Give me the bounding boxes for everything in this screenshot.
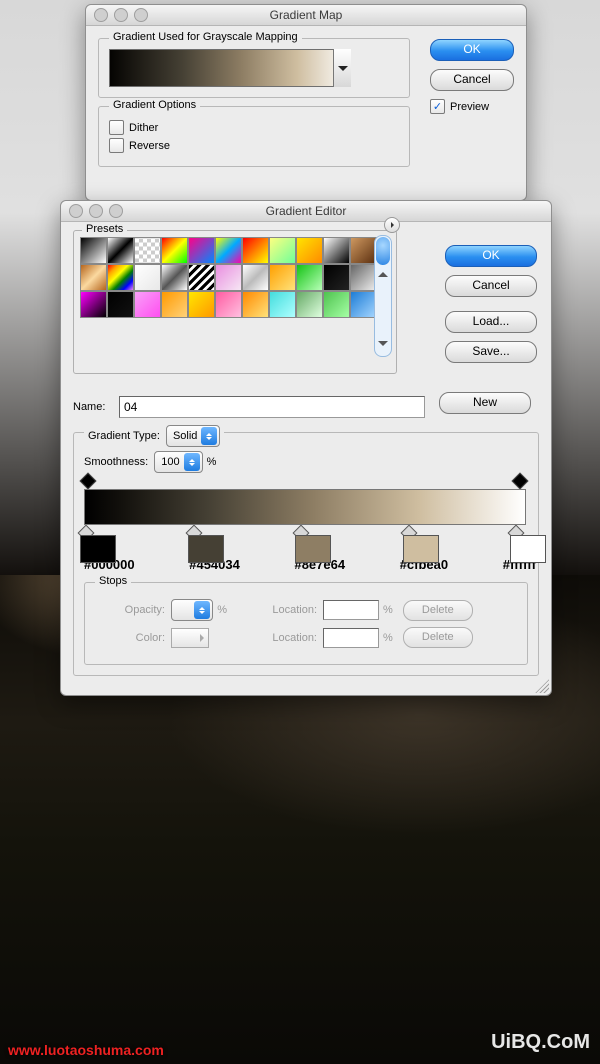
preview-checkbox[interactable]: Preview — [430, 99, 514, 114]
preset-swatches — [80, 237, 390, 316]
opacity-delete-button[interactable]: Delete — [403, 600, 473, 621]
smoothness-label: Smoothness: — [84, 456, 148, 468]
preset-swatch[interactable] — [161, 237, 188, 264]
gradient-preview-bar[interactable] — [109, 49, 351, 87]
preset-swatch[interactable] — [80, 291, 107, 318]
opacity-label: Opacity: — [95, 604, 165, 616]
watermark-url: www.luotaoshuma.com — [8, 1042, 164, 1058]
gradient-type-label: Gradient Type: — [88, 430, 160, 442]
gradient-picker-arrow[interactable] — [333, 49, 351, 87]
opacity-input[interactable] — [171, 599, 213, 621]
stops-legend: Stops — [95, 575, 131, 587]
cancel-button[interactable]: Cancel — [430, 69, 514, 91]
color-stop[interactable] — [510, 533, 520, 547]
smoothness-input[interactable]: 100 — [154, 451, 202, 473]
resize-grip-icon[interactable] — [535, 679, 549, 693]
preset-swatch[interactable] — [215, 237, 242, 264]
preset-swatch[interactable] — [107, 237, 134, 264]
preset-swatch[interactable] — [296, 291, 323, 318]
preset-swatch[interactable] — [161, 264, 188, 291]
options-legend: Gradient Options — [109, 99, 200, 111]
preset-swatch[interactable] — [134, 264, 161, 291]
preset-swatch[interactable] — [134, 237, 161, 264]
name-input[interactable] — [119, 396, 425, 418]
ok-button[interactable]: OK — [445, 245, 537, 267]
presets-panel: Presets — [73, 230, 397, 374]
opacity-location-input[interactable] — [323, 600, 379, 620]
preset-swatch[interactable] — [269, 237, 296, 264]
presets-scrollbar[interactable] — [374, 235, 392, 357]
preset-swatch[interactable] — [80, 264, 107, 291]
preset-swatch[interactable] — [215, 264, 242, 291]
color-stop[interactable] — [188, 533, 198, 547]
preset-swatch[interactable] — [350, 237, 377, 264]
preset-swatch[interactable] — [350, 291, 377, 318]
preset-swatch[interactable] — [269, 264, 296, 291]
preset-swatch[interactable] — [107, 264, 134, 291]
color-delete-button[interactable]: Delete — [403, 627, 473, 648]
preset-swatch[interactable] — [296, 237, 323, 264]
preset-swatch[interactable] — [80, 237, 107, 264]
preset-swatch[interactable] — [215, 291, 242, 318]
gradient-editor-titlebar[interactable]: Gradient Editor — [61, 201, 551, 222]
preset-swatch[interactable] — [296, 264, 323, 291]
preset-swatch[interactable] — [323, 237, 350, 264]
preset-swatch[interactable] — [134, 291, 161, 318]
gradient-editor-dialog: Gradient Editor Presets OK Cancel Load..… — [60, 200, 552, 696]
reverse-checkbox[interactable]: Reverse — [109, 138, 399, 153]
preset-swatch[interactable] — [188, 237, 215, 264]
color-stop[interactable] — [295, 533, 305, 547]
dither-checkbox[interactable]: Dither — [109, 120, 399, 135]
preset-swatch[interactable] — [161, 291, 188, 318]
location-label: Location: — [247, 604, 317, 616]
gradient-map-titlebar[interactable]: Gradient Map — [86, 5, 526, 26]
gradient-map-dialog: Gradient Map Gradient Used for Grayscale… — [85, 4, 527, 201]
preset-swatch[interactable] — [188, 264, 215, 291]
mapping-legend: Gradient Used for Grayscale Mapping — [109, 31, 302, 43]
preset-swatch[interactable] — [323, 264, 350, 291]
color-location-input[interactable] — [323, 628, 379, 648]
preset-swatch[interactable] — [242, 291, 269, 318]
preset-swatch[interactable] — [350, 264, 377, 291]
preset-swatch[interactable] — [242, 264, 269, 291]
preset-swatch[interactable] — [107, 291, 134, 318]
color-stop[interactable] — [80, 533, 90, 547]
color-swatch[interactable] — [171, 628, 209, 648]
gradient-editor-title: Gradient Editor — [266, 204, 347, 218]
presets-flyout-icon[interactable] — [384, 217, 400, 233]
preset-swatch[interactable] — [242, 237, 269, 264]
gradient-type-select[interactable]: Solid — [166, 425, 220, 447]
presets-legend: Presets — [82, 223, 127, 235]
new-button[interactable]: New — [439, 392, 531, 414]
gradient-bar-editor[interactable] — [84, 489, 526, 525]
color-stop[interactable] — [403, 533, 413, 547]
cancel-button[interactable]: Cancel — [445, 275, 537, 297]
preset-swatch[interactable] — [323, 291, 350, 318]
gradient-map-title: Gradient Map — [270, 8, 343, 22]
watermark-right: UiBQ.CoM — [491, 1031, 590, 1054]
location-label-2: Location: — [247, 632, 317, 644]
save-button[interactable]: Save... — [445, 341, 537, 363]
preset-swatch[interactable] — [188, 291, 215, 318]
load-button[interactable]: Load... — [445, 311, 537, 333]
name-label: Name: — [73, 401, 119, 413]
preset-swatch[interactable] — [269, 291, 296, 318]
color-label: Color: — [95, 632, 165, 644]
ok-button[interactable]: OK — [430, 39, 514, 61]
